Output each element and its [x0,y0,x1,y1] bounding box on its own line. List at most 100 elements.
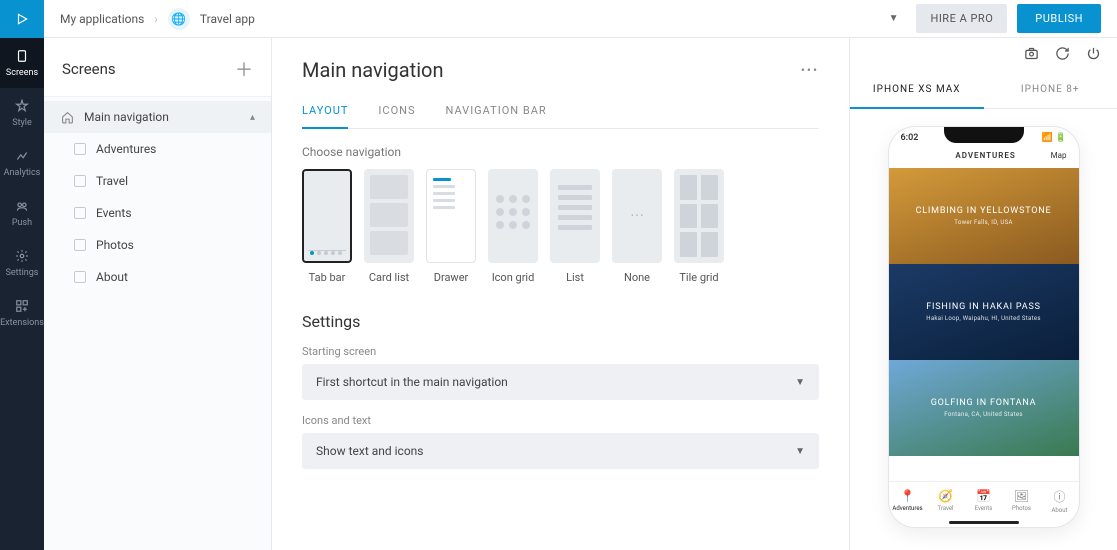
rail-style[interactable]: Style [0,88,44,138]
preview-tab-iphone-8-plus[interactable]: IPHONE 8+ [984,72,1117,108]
status-time: 6:02 [901,133,919,143]
screens-icon [14,48,30,64]
navopt-list[interactable]: List [550,169,600,284]
preview-header-map[interactable]: Map [1051,151,1067,160]
breadcrumb-root[interactable]: My applications [60,12,144,26]
rail-screens[interactable]: Screens [0,38,44,88]
navopt-tile-grid[interactable]: Tile grid [674,169,724,284]
screens-panel: Screens ＋ Main navigation ▴ Adventures T… [44,38,272,550]
navopt-label: Tile grid [679,271,718,284]
status-icons: 📶 🔋 [1042,133,1067,143]
preview-card[interactable]: GOLFING IN FONTANA Fontana, CA, United St… [889,360,1079,456]
select-value: First shortcut in the main navigation [316,375,508,389]
preview-tab-iphone-xs-max[interactable]: IPHONE XS MAX [850,72,984,109]
navopt-label: List [566,271,584,284]
page-icon [74,143,86,155]
top-bar: My applications › 🌐 Travel app ▼ HIRE A … [44,0,1117,38]
screen-label: Adventures [96,142,156,156]
rail-label: Analytics [4,168,41,178]
rail-label: Style [12,118,32,128]
publish-button[interactable]: PUBLISH [1017,4,1101,33]
more-options-button[interactable]: ••• [801,63,819,77]
page-icon [74,175,86,187]
icons-text-select[interactable]: Show text and icons ▼ [302,433,819,469]
screen-row-events[interactable]: Events [44,197,271,229]
starting-screen-select[interactable]: First shortcut in the main navigation ▼ [302,364,819,400]
screen-label: Photos [96,238,134,252]
hire-a-pro-button[interactable]: HIRE A PRO [916,4,1007,33]
rail-analytics[interactable]: Analytics [0,138,44,188]
preview-card[interactable]: FISHING IN HAKAI PASS Hakai Loop, Waipahu… [889,264,1079,360]
travel-icon: 🧭 [938,489,953,503]
photos-icon: 🖼 [1014,489,1029,503]
breadcrumb-app[interactable]: Travel app [200,12,255,26]
refresh-icon[interactable] [1055,46,1070,64]
pin-icon: 📍 [900,489,915,503]
phone-preview: 6:02 📶 🔋 ADVENTURES Map CLIMBING IN YELL… [889,127,1079,527]
navopt-label: Card list [369,271,409,284]
app-icon: 🌐 [168,8,190,30]
tabbar-item[interactable]: 📅 Events [965,482,1003,519]
navopt-drawer[interactable]: Drawer [426,169,476,284]
card-subtitle: Hakai Loop, Waipahu, HI, United States [926,315,1040,322]
tabbar-item[interactable]: ⓘ About [1041,482,1079,519]
screen-row-main-navigation[interactable]: Main navigation ▴ [44,101,271,133]
style-icon [14,98,30,114]
card-subtitle: Fontana, CA, United States [944,411,1022,418]
navopt-card-list[interactable]: Card list [364,169,414,284]
card-title: FISHING IN HAKAI PASS [926,302,1041,312]
card-title: GOLFING IN FONTANA [931,398,1037,408]
tab-layout[interactable]: LAYOUT [302,104,348,129]
screen-row-photos[interactable]: Photos [44,229,271,261]
tabbar-item[interactable]: 🖼 Photos [1003,482,1041,519]
rail-label: Extensions [0,318,44,328]
gear-icon [14,248,30,264]
page-icon [74,271,86,283]
extensions-icon [14,298,30,314]
select-value: Show text and icons [316,444,423,458]
page-icon [74,239,86,251]
navopt-none[interactable]: None [612,169,662,284]
add-screen-button[interactable]: ＋ [235,56,253,82]
rail-label: Push [12,218,32,228]
tab-icons[interactable]: ICONS [378,104,415,128]
screen-row-travel[interactable]: Travel [44,165,271,197]
tabbar-label: Adventures [892,505,922,512]
info-icon: ⓘ [1053,488,1065,505]
home-icon [60,110,74,124]
calendar-icon: 📅 [976,489,991,503]
preview-card[interactable]: CLIMBING IN YELLOWSTONETower Falls, ID, … [889,168,1079,264]
rail-label: Screens [6,68,38,78]
preview-header-title: ADVENTURES [921,151,1051,160]
tabbar-item[interactable]: 🧭Travel [927,482,965,519]
rail-extensions[interactable]: Extensions [0,288,44,338]
screen-label: Events [96,206,132,220]
tabbar-label: Events [975,505,993,512]
tab-navigation-bar[interactable]: NAVIGATION BAR [446,104,547,128]
editor-panel: Main navigation ••• LAYOUT ICONS NAVIGAT… [272,38,849,550]
navopt-tab-bar[interactable]: Tab bar [302,169,352,284]
rail-settings[interactable]: Settings [0,238,44,288]
tabbar-label: Photos [1012,505,1031,512]
tabbar-label: About [1052,507,1068,514]
brand-logo[interactable] [0,0,44,38]
screenshot-icon[interactable] [1024,46,1039,64]
account-dropdown-icon[interactable]: ▼ [889,13,899,24]
phone-notch [944,127,1024,143]
screen-row-adventures[interactable]: Adventures [44,133,271,165]
screens-title: Screens [62,60,116,78]
analytics-icon [14,148,30,164]
rail-push[interactable]: Push [0,188,44,238]
rail-label: Settings [6,268,39,278]
navopt-icon-grid[interactable]: Icon grid [488,169,538,284]
screen-row-about[interactable]: About [44,261,271,293]
icons-text-label: Icons and text [302,414,819,427]
screen-label: About [96,270,128,284]
left-rail: Screens Style Analytics Push Settings Ex… [0,0,44,550]
navopt-label: Tab bar [309,271,346,284]
tabbar-item[interactable]: 📍 Adventures [889,482,927,519]
card-subtitle: Tower Falls, ID, USA [954,219,1012,226]
power-icon[interactable] [1086,46,1101,64]
page-title: Main navigation [302,58,444,82]
navopt-label: Drawer [434,271,469,284]
